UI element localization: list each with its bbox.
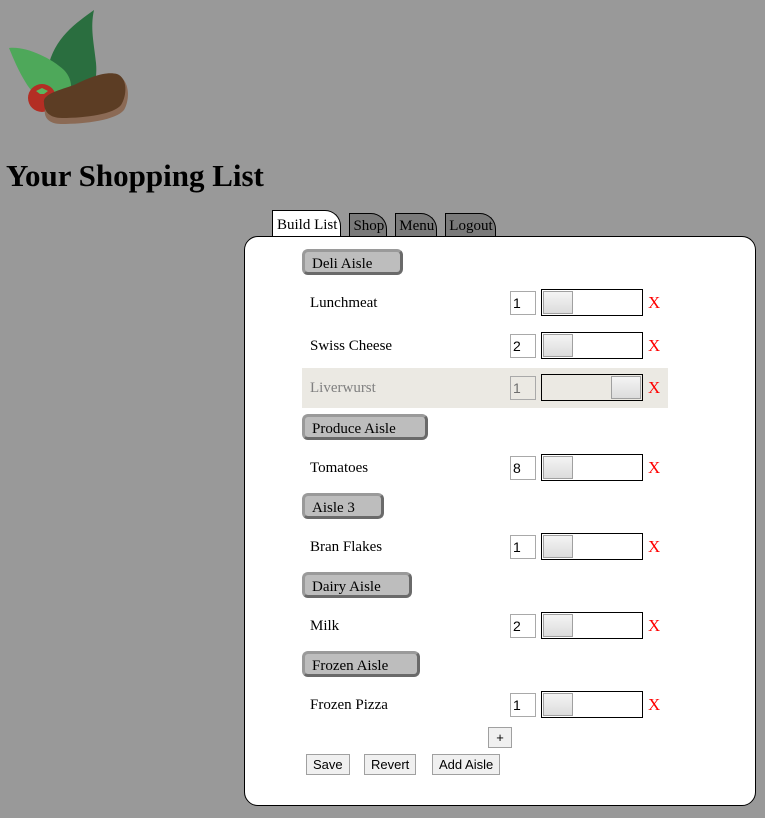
slider-thumb[interactable] <box>543 456 573 479</box>
grocery-logo-icon <box>9 10 128 124</box>
quantity-input[interactable]: 1 <box>510 693 536 717</box>
revert-button[interactable]: Revert <box>364 754 417 775</box>
remove-item-button[interactable]: X <box>648 448 660 488</box>
toggle-slider[interactable] <box>541 691 643 718</box>
aisle-button-deli[interactable]: Deli Aisle <box>302 249 403 275</box>
quantity-input[interactable]: 8 <box>510 456 536 480</box>
item-name: Tomatoes <box>310 460 369 476</box>
toggle-slider[interactable] <box>541 289 643 316</box>
toggle-slider[interactable] <box>541 374 643 401</box>
item-name: Swiss Cheese <box>310 338 393 354</box>
item-name: Lunchmeat <box>310 295 378 311</box>
item-name: Liverwurst <box>310 380 376 396</box>
remove-item-button[interactable]: X <box>648 368 660 408</box>
quantity-input[interactable]: 1 <box>510 376 536 400</box>
tab-logout[interactable]: Logout <box>445 213 496 238</box>
aisle-button-aisle-3[interactable]: Aisle 3 <box>302 493 384 519</box>
tab-shop[interactable]: Shop <box>349 213 388 238</box>
item-name: Frozen Pizza <box>310 697 388 713</box>
aisle-button-produce[interactable]: Produce Aisle <box>302 414 428 440</box>
slider-thumb[interactable] <box>543 614 573 637</box>
slider-thumb[interactable] <box>543 334 573 357</box>
list-item: Bran Flakes 1 X <box>302 527 668 567</box>
quantity-input[interactable]: 1 <box>510 291 536 315</box>
remove-item-button[interactable]: X <box>648 606 660 646</box>
tab-build-list[interactable]: Build List <box>272 210 342 238</box>
item-name: Milk <box>310 618 340 634</box>
tab-menu[interactable]: Menu <box>395 213 438 238</box>
tab-bar: Build List Shop Menu Logout <box>272 210 504 238</box>
slider-thumb[interactable] <box>543 693 573 716</box>
remove-item-button[interactable]: X <box>648 685 660 725</box>
slider-thumb[interactable] <box>611 376 641 399</box>
slider-thumb[interactable] <box>543 291 573 314</box>
add-item-button[interactable]: + <box>488 727 512 748</box>
slider-thumb[interactable] <box>543 535 573 558</box>
remove-item-button[interactable]: X <box>648 527 660 567</box>
save-button[interactable]: Save <box>306 754 350 775</box>
quantity-input[interactable]: 2 <box>510 614 536 638</box>
toggle-slider[interactable] <box>541 612 643 639</box>
quantity-input[interactable]: 1 <box>510 535 536 559</box>
toggle-slider[interactable] <box>541 454 643 481</box>
build-list-panel: Deli Aisle Lunchmeat 1 X Swiss Cheese 2 … <box>244 236 756 806</box>
remove-item-button[interactable]: X <box>648 283 660 323</box>
toggle-slider[interactable] <box>541 332 643 359</box>
list-item: Frozen Pizza 1 X <box>302 685 668 725</box>
list-item-disabled: Liverwurst 1 X <box>302 368 668 408</box>
aisle-button-frozen[interactable]: Frozen Aisle <box>302 651 420 677</box>
add-aisle-button[interactable]: Add Aisle <box>432 754 501 775</box>
list-item: Milk 2 X <box>302 606 668 646</box>
list-item: Tomatoes 8 X <box>302 448 668 488</box>
list-item: Swiss Cheese 2 X <box>302 326 668 366</box>
item-name: Bran Flakes <box>310 539 383 555</box>
aisle-button-dairy[interactable]: Dairy Aisle <box>302 572 412 598</box>
list-item: Lunchmeat 1 X <box>302 283 668 323</box>
toggle-slider[interactable] <box>541 533 643 560</box>
page-title: Your Shopping List <box>6 158 264 193</box>
quantity-input[interactable]: 2 <box>510 334 536 358</box>
remove-item-button[interactable]: X <box>648 326 660 366</box>
